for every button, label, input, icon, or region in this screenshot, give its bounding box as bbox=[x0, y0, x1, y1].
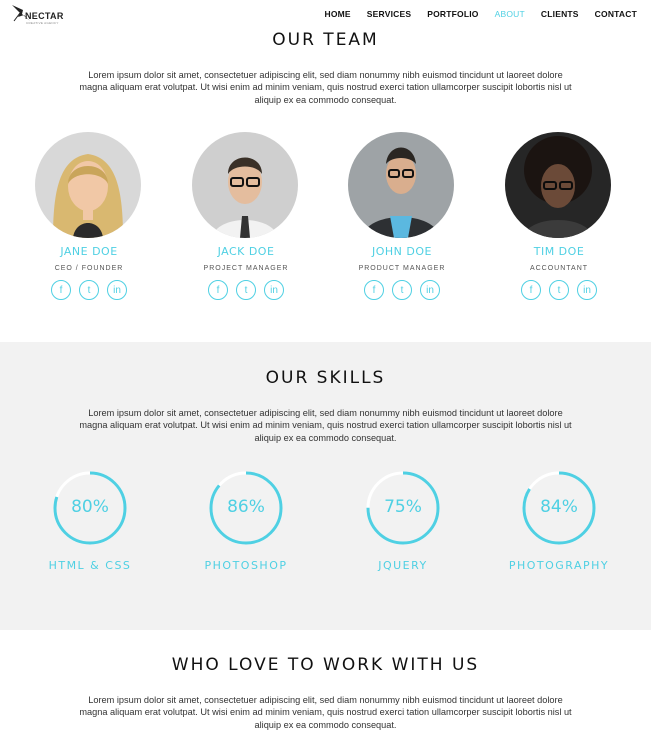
member-socials: f t in bbox=[181, 280, 311, 300]
linkedin-icon[interactable]: in bbox=[264, 280, 284, 300]
brand-name: NECTAR bbox=[25, 11, 64, 21]
facebook-icon[interactable]: f bbox=[521, 280, 541, 300]
skill-label: PHOTOSHOP bbox=[204, 559, 288, 572]
skill-percent: 80% bbox=[71, 497, 109, 517]
avatar bbox=[35, 132, 141, 238]
skills-lead: Lorem ipsum dolor sit amet, consectetuer… bbox=[79, 408, 572, 443]
twitter-icon[interactable]: t bbox=[79, 280, 99, 300]
member-name[interactable]: JANE DOE bbox=[24, 245, 154, 258]
member-role: CEO / FOUNDER bbox=[54, 265, 124, 272]
skill-percent: 86% bbox=[227, 497, 265, 517]
linkedin-icon[interactable]: in bbox=[577, 280, 597, 300]
twitter-icon[interactable]: t bbox=[549, 280, 569, 300]
linkedin-icon[interactable]: in bbox=[420, 280, 440, 300]
skills-title: OUR SKILLS bbox=[265, 368, 386, 388]
team-title: OUR TEAM bbox=[272, 30, 379, 50]
skill-label: PHOTOGRAPHY bbox=[508, 559, 610, 572]
site-header: NECTAR CREATIVE AGENCY HOME SERVICES POR… bbox=[0, 0, 651, 30]
skill-percent: 75% bbox=[384, 497, 422, 517]
member-name[interactable]: JOHN DOE bbox=[337, 245, 467, 258]
linkedin-icon[interactable]: in bbox=[107, 280, 127, 300]
skill-label: JQUERY bbox=[378, 559, 428, 572]
member-socials: f t in bbox=[494, 280, 624, 300]
skill-percent: 84% bbox=[540, 497, 578, 517]
nav-services[interactable]: SERVICES bbox=[367, 9, 411, 19]
member-role: PRODUCT MANAGER bbox=[358, 265, 446, 272]
member-name[interactable]: TIM DOE bbox=[494, 245, 624, 258]
member-role: ACCOUNTANT bbox=[529, 265, 589, 272]
member-socials: f t in bbox=[24, 280, 154, 300]
facebook-icon[interactable]: f bbox=[364, 280, 384, 300]
brand-tagline: CREATIVE AGENCY bbox=[26, 21, 59, 25]
avatar bbox=[505, 132, 611, 238]
nav-home[interactable]: HOME bbox=[324, 9, 350, 19]
nav-clients[interactable]: CLIENTS bbox=[541, 9, 579, 19]
team-lead: Lorem ipsum dolor sit amet, consectetuer… bbox=[79, 70, 572, 105]
nav-portfolio[interactable]: PORTFOLIO bbox=[427, 9, 478, 19]
main-nav: HOME SERVICES PORTFOLIO ABOUT CLIENTS CO… bbox=[324, 9, 637, 19]
avatar bbox=[348, 132, 454, 238]
twitter-icon[interactable]: t bbox=[236, 280, 256, 300]
nav-about[interactable]: ABOUT bbox=[495, 9, 525, 19]
facebook-icon[interactable]: f bbox=[51, 280, 71, 300]
skill-label: HTML & CSS bbox=[48, 559, 132, 572]
clients-lead: Lorem ipsum dolor sit amet, consectetuer… bbox=[79, 695, 572, 730]
clients-title: WHO LOVE TO WORK WITH US bbox=[171, 655, 480, 675]
member-name[interactable]: JACK DOE bbox=[181, 245, 311, 258]
member-role: PROJECT MANAGER bbox=[203, 265, 289, 272]
brand-logo[interactable]: NECTAR CREATIVE AGENCY bbox=[10, 3, 63, 27]
nav-contact[interactable]: CONTACT bbox=[595, 9, 637, 19]
member-socials: f t in bbox=[337, 280, 467, 300]
avatar bbox=[192, 132, 298, 238]
twitter-icon[interactable]: t bbox=[392, 280, 412, 300]
facebook-icon[interactable]: f bbox=[208, 280, 228, 300]
